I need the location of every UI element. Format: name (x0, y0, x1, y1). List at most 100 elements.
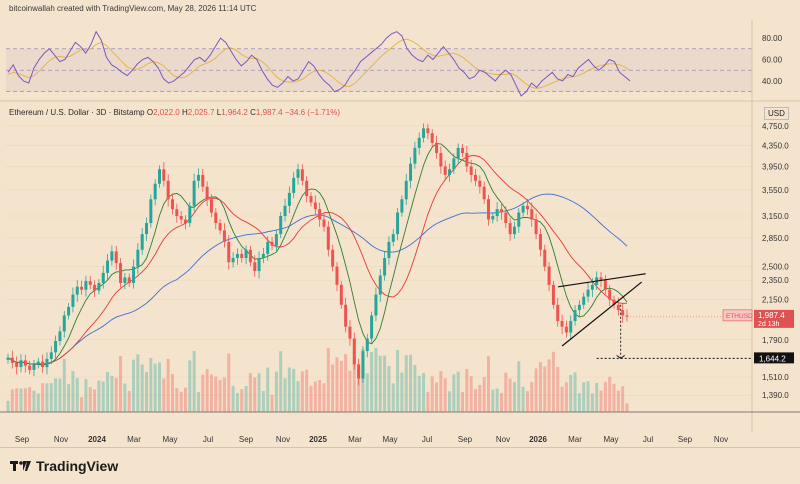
volume-bar (439, 371, 443, 412)
candle-body (590, 284, 594, 290)
volume-bar (378, 355, 382, 412)
volume-bar (339, 360, 343, 412)
candle-body (88, 281, 92, 285)
volume-bar (335, 357, 339, 412)
candle-body (292, 177, 296, 193)
candle-body (344, 304, 348, 327)
volume-bar (170, 374, 174, 412)
volume-bar (413, 365, 417, 412)
candle-body (361, 351, 365, 379)
volume-bar (19, 388, 23, 412)
tradingview-logo[interactable]: TradingView (10, 458, 118, 474)
time-tick-label: Nov (496, 435, 510, 444)
candle-body (551, 284, 555, 305)
candle-body (465, 153, 469, 167)
time-tick-label: Sep (678, 435, 693, 444)
candle-body (123, 277, 127, 283)
candle-body (28, 365, 32, 370)
candle-body (248, 249, 252, 263)
volume-bar (612, 383, 616, 412)
candle-body (287, 192, 291, 206)
candle-body (573, 310, 577, 322)
candle-body (352, 338, 356, 365)
volume-bar (556, 366, 560, 412)
candle-body (244, 249, 248, 259)
volume-bar (603, 381, 607, 412)
symbol-legend: Ethereum / U.S. Dollar · 3D · Bitstamp O… (9, 108, 340, 117)
candle-body (313, 202, 317, 210)
volume-bar (473, 389, 478, 412)
candle-body (227, 241, 231, 263)
candle-body (45, 358, 49, 368)
volume-bar (41, 383, 45, 412)
volume-bar (132, 359, 136, 412)
volume-bar (313, 381, 317, 412)
volume-bar (521, 386, 525, 412)
price-tick-label: 1,390.0 (762, 391, 789, 400)
volume-bar (465, 369, 469, 412)
volume-bar (305, 369, 309, 412)
volume-bar (127, 390, 131, 412)
volume-bar (599, 390, 603, 412)
candle-body (387, 241, 391, 259)
candle-body (391, 234, 395, 242)
candle-body (49, 352, 53, 359)
time-tick-label: Jul (422, 435, 432, 444)
volume-bar (404, 355, 408, 412)
volume-bar (235, 393, 239, 412)
volume-bar (525, 391, 529, 412)
volume-bar (344, 354, 348, 412)
volume-bar (309, 385, 313, 412)
volume-bar (58, 378, 62, 412)
candle-body (374, 294, 378, 316)
volume-bar (101, 381, 105, 412)
price-tick-label: 1,790.0 (762, 336, 789, 345)
volume-bar (240, 389, 244, 412)
candle-body (205, 186, 209, 200)
volume-bar (296, 381, 300, 412)
currency-button[interactable]: USD (764, 107, 789, 120)
candle-body (365, 338, 369, 352)
volume-bar (227, 353, 231, 412)
time-tick-label: Mar (127, 435, 141, 444)
candle-body (119, 263, 123, 283)
volume-bar (486, 356, 490, 412)
time-tick-label: May (382, 435, 397, 444)
candle-body (188, 205, 192, 224)
volume-bar (123, 383, 127, 412)
candle-body (162, 169, 166, 181)
candle-body (547, 266, 551, 285)
candle-body (114, 251, 118, 264)
candle-body (101, 272, 105, 283)
candle-body (530, 209, 534, 220)
time-tick-label: Sep (239, 435, 254, 444)
candle-body (257, 258, 261, 272)
ma-mid-line (7, 155, 628, 365)
price-tick-label: 2,850.0 (762, 234, 789, 243)
volume-bar (261, 391, 265, 412)
volume-bar (422, 372, 426, 412)
volume-bar (577, 393, 581, 412)
candle-body (525, 205, 529, 210)
volume-bar (257, 373, 261, 412)
volume-bar (374, 348, 378, 412)
symbol-title: Ethereum / U.S. Dollar · 3D · Bitstamp (9, 108, 145, 117)
volume-bar (348, 370, 352, 412)
volume-bar (162, 378, 166, 412)
price-tick-label: 3,550.0 (762, 186, 789, 195)
candle-body (404, 180, 408, 200)
candle-body (41, 361, 45, 368)
candle-body (426, 128, 430, 134)
candle-body (430, 133, 434, 143)
volume-bar (119, 355, 123, 412)
candle-body (370, 315, 374, 339)
candle-body (222, 230, 226, 242)
ma-fast-line (7, 143, 628, 366)
volume-bar (569, 374, 573, 412)
volume-bar (145, 372, 149, 412)
time-tick-label: Nov (714, 435, 728, 444)
time-tick-label: May (603, 435, 618, 444)
candle-body (10, 357, 14, 363)
price-tick-label: 1,510.0 (762, 373, 789, 382)
volume-bar (140, 364, 144, 412)
